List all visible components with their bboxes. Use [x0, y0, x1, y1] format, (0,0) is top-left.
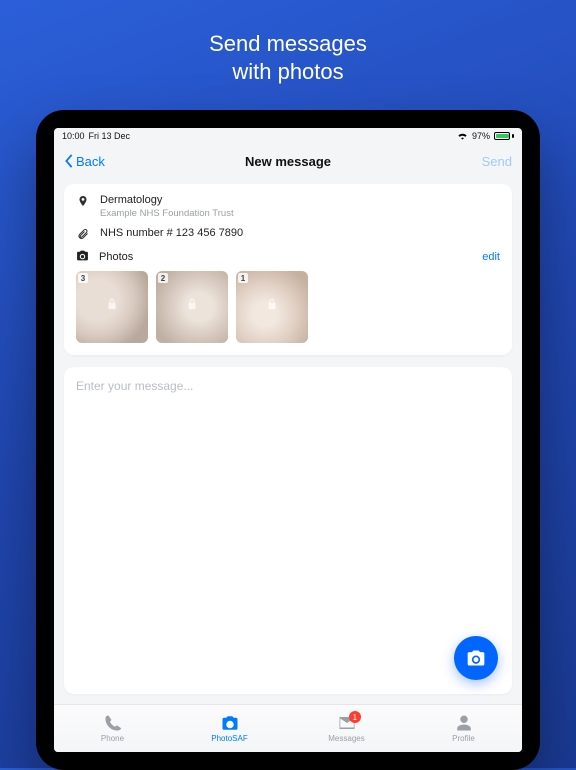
camera-icon — [221, 714, 239, 732]
status-date: Fri 13 Dec — [89, 131, 131, 141]
camera-icon — [466, 648, 486, 668]
nav-bar: Back New message Send — [54, 144, 522, 178]
status-bar: 10:00 Fri 13 Dec 97% — [54, 128, 522, 144]
tab-phone[interactable]: Phone — [54, 705, 171, 752]
photo-thumb[interactable]: 2 — [156, 271, 228, 343]
attachment-text: NHS number # 123 456 7890 — [100, 227, 243, 239]
send-button[interactable]: Send — [482, 154, 512, 169]
hero-caption: Send messages with photos — [0, 0, 576, 85]
photo-number: 1 — [238, 273, 248, 283]
back-label: Back — [76, 154, 105, 169]
tab-profile[interactable]: Profile — [405, 705, 522, 752]
tab-messages[interactable]: 1 Messages — [288, 705, 405, 752]
lock-icon — [185, 298, 199, 317]
page-title: New message — [245, 154, 331, 169]
message-placeholder: Enter your message... — [76, 379, 500, 393]
photo-thumb[interactable]: 1 — [236, 271, 308, 343]
tablet-frame: 10:00 Fri 13 Dec 97% Back New message — [36, 110, 540, 770]
screen: 10:00 Fri 13 Dec 97% Back New message — [54, 128, 522, 752]
camera-fab-button[interactable] — [454, 636, 498, 680]
edit-photos-button[interactable]: edit — [482, 251, 500, 263]
tab-label: Messages — [328, 734, 364, 743]
photos-header: Photos edit — [76, 249, 500, 265]
tab-label: Profile — [452, 734, 475, 743]
details-card: Dermatology Example NHS Foundation Trust… — [64, 184, 512, 355]
location-row: Dermatology Example NHS Foundation Trust — [76, 194, 500, 219]
location-title: Dermatology — [100, 194, 234, 206]
paperclip-icon — [76, 227, 90, 241]
lock-icon — [265, 298, 279, 317]
back-button[interactable]: Back — [64, 154, 105, 169]
hero-line1: Send messages — [0, 30, 576, 58]
camera-icon — [76, 249, 89, 265]
photo-thumb[interactable]: 3 — [76, 271, 148, 343]
wifi-icon — [457, 131, 468, 142]
photo-thumbnails: 3 2 1 — [76, 271, 500, 343]
phone-icon — [104, 714, 122, 732]
status-time: 10:00 — [62, 131, 85, 141]
location-icon — [76, 194, 90, 208]
lock-icon — [105, 298, 119, 317]
hero-line2: with photos — [0, 58, 576, 86]
tab-label: Phone — [101, 734, 124, 743]
photo-number: 3 — [78, 273, 88, 283]
person-icon — [455, 714, 473, 732]
badge: 1 — [349, 711, 361, 723]
chevron-left-icon — [64, 154, 74, 168]
tab-photosaf[interactable]: PhotoSAF — [171, 705, 288, 752]
tab-label: PhotoSAF — [211, 734, 247, 743]
location-subtitle: Example NHS Foundation Trust — [100, 208, 234, 219]
battery-percent: 97% — [472, 131, 490, 141]
tab-bar: Phone PhotoSAF 1 Messages Profile — [54, 704, 522, 752]
photos-label: Photos — [99, 251, 133, 263]
photo-number: 2 — [158, 273, 168, 283]
message-input-card[interactable]: Enter your message... — [64, 367, 512, 694]
battery-icon — [494, 132, 514, 140]
attachment-row: NHS number # 123 456 7890 — [76, 227, 500, 241]
